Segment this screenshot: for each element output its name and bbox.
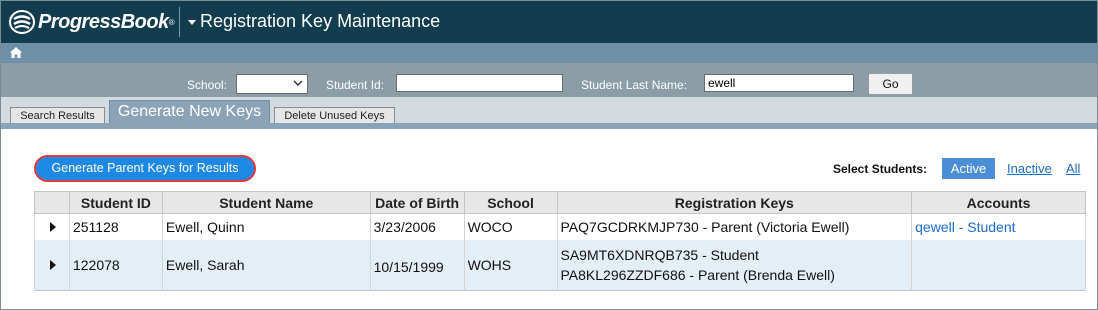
cell-date-of-birth: 3/23/2006 bbox=[369, 213, 465, 240]
filter-all-link[interactable]: All bbox=[1066, 161, 1080, 176]
cell-student-id: 251128 bbox=[68, 213, 163, 240]
cell-registration-keys: SA9MT6XDNRQB735 - Student PA8KL296ZZDF68… bbox=[556, 240, 913, 291]
tab-panel-border bbox=[1, 123, 1097, 129]
header-divider bbox=[179, 7, 180, 37]
home-icon[interactable] bbox=[10, 47, 22, 58]
tab-generate-new-keys[interactable]: Generate New Keys bbox=[109, 100, 270, 123]
brand-logo[interactable]: ProgressBook ® bbox=[9, 8, 175, 36]
nav-bar bbox=[1, 43, 1097, 63]
registration-key: PA8KL296ZZDF686 - Parent (Brenda Ewell) bbox=[560, 267, 835, 283]
student-id-label: Student Id: bbox=[326, 78, 385, 92]
table-row: 122078 Ewell, Sarah 10/15/1999 WOHS SA9M… bbox=[34, 240, 1086, 291]
cell-accounts bbox=[911, 240, 1086, 291]
registered-mark: ® bbox=[168, 17, 175, 27]
generate-parent-keys-button[interactable]: Generate Parent Keys for Results bbox=[34, 155, 256, 182]
col-header-student-id[interactable]: Student ID bbox=[68, 191, 163, 214]
cell-school: WOHS bbox=[463, 240, 558, 291]
app-window: ProgressBook ® Registration Key Maintenan… bbox=[0, 0, 1098, 310]
registration-key: SA9MT6XDNRQB735 - Student bbox=[560, 247, 759, 263]
row-expand-cell[interactable] bbox=[34, 240, 70, 291]
col-header-date-of-birth[interactable]: Date of Birth bbox=[369, 191, 465, 214]
col-header-student-name[interactable]: Student Name bbox=[161, 191, 371, 214]
cell-student-name: Ewell, Quinn bbox=[161, 213, 371, 240]
cell-school: WOCO bbox=[463, 213, 558, 240]
tab-search-results[interactable]: Search Results bbox=[10, 107, 105, 123]
table-row: 251128 Ewell, Quinn 3/23/2006 WOCO PAQ7G… bbox=[34, 213, 1086, 240]
tab-strip: Search Results Generate New Keys Delete … bbox=[1, 97, 1097, 123]
go-button[interactable]: Go bbox=[868, 73, 913, 95]
tab-delete-unused-keys[interactable]: Delete Unused Keys bbox=[274, 107, 395, 123]
col-header-school[interactable]: School bbox=[463, 191, 558, 214]
last-name-label: Student Last Name: bbox=[581, 78, 688, 92]
progressbook-logo-icon bbox=[9, 10, 35, 34]
cell-student-name: Ewell, Sarah bbox=[161, 240, 371, 291]
cell-registration-keys: PAQ7GCDRKMJP730 - Parent (Victoria Ewell… bbox=[556, 213, 913, 240]
school-label: School: bbox=[187, 78, 228, 92]
page-title: Registration Key Maintenance bbox=[200, 11, 441, 31]
brand-name: ProgressBook bbox=[38, 10, 169, 33]
last-name-input[interactable] bbox=[704, 74, 854, 92]
col-header-expand bbox=[34, 191, 70, 214]
col-header-accounts[interactable]: Accounts bbox=[911, 191, 1086, 214]
results-table: Student ID Student Name Date of Birth Sc… bbox=[34, 191, 1086, 291]
select-students-label: Select Students: bbox=[833, 162, 928, 176]
table-header-row: Student ID Student Name Date of Birth Sc… bbox=[34, 191, 1086, 214]
page-menu[interactable]: Registration Key Maintenance bbox=[188, 11, 440, 32]
search-bar: School: Student Id: Student Last Name: G… bbox=[1, 63, 1097, 97]
expand-arrow-icon[interactable] bbox=[50, 260, 56, 270]
filter-inactive-link[interactable]: Inactive bbox=[1007, 161, 1052, 176]
cell-student-id: 122078 bbox=[68, 240, 163, 291]
cell-accounts: qewell - Student bbox=[911, 213, 1086, 240]
row-expand-cell[interactable] bbox=[34, 213, 70, 240]
cell-date-of-birth: 10/15/1999 bbox=[369, 240, 465, 291]
col-header-registration-keys[interactable]: Registration Keys bbox=[556, 191, 913, 214]
student-id-input[interactable] bbox=[396, 74, 563, 92]
filter-active-button[interactable]: Active bbox=[942, 158, 995, 179]
chevron-down-icon bbox=[293, 80, 303, 86]
registration-key: PAQ7GCDRKMJP730 - Parent (Victoria Ewell… bbox=[560, 219, 850, 235]
caret-down-icon bbox=[188, 20, 196, 25]
expand-arrow-icon[interactable] bbox=[50, 222, 56, 232]
account-link[interactable]: qewell - Student bbox=[915, 219, 1015, 235]
school-select[interactable] bbox=[236, 74, 308, 94]
top-bar: ProgressBook ® Registration Key Maintenan… bbox=[1, 1, 1097, 43]
